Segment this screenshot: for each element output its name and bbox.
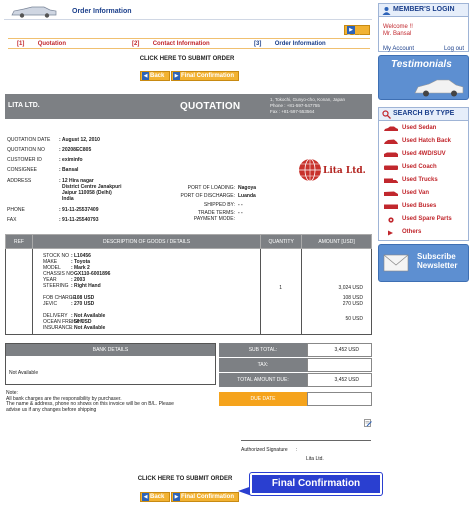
company-name: LITA LTD. [8,102,40,109]
step-contact-information[interactable]: [2] Contact Information [132,41,210,47]
arrow-right-icon: ▶ [173,72,180,80]
goods-table: REF DESCRIPTION OF GOODS / DETAILS QUANT… [5,234,372,335]
quantity-cell: 1 [260,248,303,335]
column-header: QUANTITY [260,234,303,249]
bullet-icon [388,230,393,236]
due-date-row: DUE DATE [219,392,372,406]
amount-value: 50 USD [345,316,363,322]
newsletter-banner[interactable]: Subscribe Newsletter [378,244,469,282]
testimonials-banner[interactable]: Testimonials [378,55,469,100]
column-header: AMOUNT [USD] [301,234,372,249]
envelope-icon [383,254,409,272]
sidebar: MEMBER'S LOGIN Welcome !! Mr. Bansal My … [378,0,471,512]
amount-value: 270 USD [342,301,363,307]
van-icon [384,191,398,196]
category-used-sedan[interactable]: Used Sedan [379,122,468,135]
final-confirmation-button[interactable]: ▶ Final Confirmation [171,71,239,81]
final-confirmation-callout: Final Confirmation [250,473,382,495]
column-header: DESCRIPTION OF GOODS / DETAILS [31,234,262,249]
step-quotation[interactable]: [1] Quotation [17,41,66,47]
total-due-row: TOTAL AMOUNT DUE: 3,452 USD [219,373,372,387]
step-order-information[interactable]: [3] Order Information [254,41,326,47]
back-button[interactable]: ◀ Back [140,71,170,81]
signature-line [241,440,371,441]
member-login-box: MEMBER'S LOGIN Welcome !! Mr. Bansal My … [378,3,469,52]
signature-label: Authorized Signature : [241,447,298,453]
logout-link[interactable]: Log out [444,46,464,52]
amount-cell: 3,024 USD 108 USD 270 USD 50 USD [301,248,372,335]
bank-details-header: BANK DETAILS [6,344,215,356]
submit-instruction-top: CLICK HERE TO SUBMIT ORDER [139,56,235,62]
user-icon [382,7,391,15]
member-login-header: MEMBER'S LOGIN [379,4,468,17]
car-icon [11,6,57,18]
logo-text: Lita Ltd. [323,166,366,176]
truck-icon [384,178,398,183]
button-group-bottom: ◀ Back ▶ Final Confirmation [140,492,240,502]
suv-icon [384,152,398,157]
category-used-hatch-back[interactable]: Used Hatch Back [379,135,468,148]
bank-details: BANK DETAILS Not Available [5,343,216,385]
page-header: Order Information [4,3,372,20]
ref-cell [5,248,33,335]
button-group-top: ◀ Back ▶ Final Confirmation [140,71,240,81]
document-edit-icon[interactable] [364,419,372,427]
main-content: Order Information ▶Print [1] Quotation [… [0,0,374,512]
category-used-spare-parts[interactable]: Used Spare Parts [379,213,468,226]
category-used-van[interactable]: Used Van [379,187,468,200]
page-title: Order Information [72,8,132,15]
my-account-link[interactable]: My Account [383,46,414,52]
note: Note: All bank charges are the responsib… [6,390,174,413]
column-header: REF [5,234,33,249]
arrow-left-icon: ◀ [142,493,149,501]
search-by-type-box: SEARCH BY TYPE Used Sedan Used Hatch Bac… [378,107,469,241]
company-logo: Lita Ltd. [298,158,368,186]
table-row: STOCK NO: L10456 MAKE: Toyota MODEL: Mar… [5,248,372,335]
category-used-buses[interactable]: Used Buses [379,200,468,213]
bank-details-value: Not Available [9,370,39,376]
description-cell: STOCK NO: L10456 MAKE: Toyota MODEL: Mar… [31,248,262,335]
category-used-trucks[interactable]: Used Trucks [379,174,468,187]
category-others[interactable]: Others [379,226,468,239]
hatchback-icon [384,139,398,144]
subtotal-row: SUB TOTAL: 3,452 USD [219,343,372,357]
gear-icon [388,217,394,223]
quotation-title: QUOTATION [180,101,241,112]
car-icon [414,79,464,97]
category-used-coach[interactable]: Used Coach [379,161,468,174]
bus-icon [384,204,398,209]
table-header-row: REF DESCRIPTION OF GOODS / DETAILS QUANT… [5,234,372,249]
quantity-value: 1 [279,285,282,291]
arrow-left-icon: ◀ [142,72,149,80]
final-confirmation-button[interactable]: ▶ Final Confirmation [171,492,239,502]
signature-company: Lita Ltd. [306,456,324,462]
search-icon [382,110,391,119]
tax-row: TAX: [219,358,372,372]
checkout-steps: [1] Quotation [2] Contact Information [3… [8,38,370,49]
category-used-4wd-suv[interactable]: Used 4WD/SUV [379,148,468,161]
arrow-right-icon: ▶ [173,493,180,501]
globe-logo-icon [299,158,321,182]
coach-icon [384,165,398,170]
testimonials-label: Testimonials [391,59,452,70]
quotation-banner: LITA LTD. QUOTATION 1, Tokochi, Gunyo-ch… [5,94,372,119]
sedan-icon [384,126,398,131]
amount-value: 3,024 USD [338,285,363,291]
newsletter-label: Subscribe Newsletter [417,252,458,270]
welcome-text: Welcome !! Mr. Bansal [383,24,413,37]
back-button[interactable]: ◀ Back [140,492,170,502]
print-button[interactable]: ▶Print [344,25,370,41]
company-address: 1, Tokochi, Gunyo-cho, Konan, Japan Phon… [270,97,345,114]
search-by-type-header: SEARCH BY TYPE [379,108,468,121]
arrow-right-icon: ▶ [347,26,355,34]
